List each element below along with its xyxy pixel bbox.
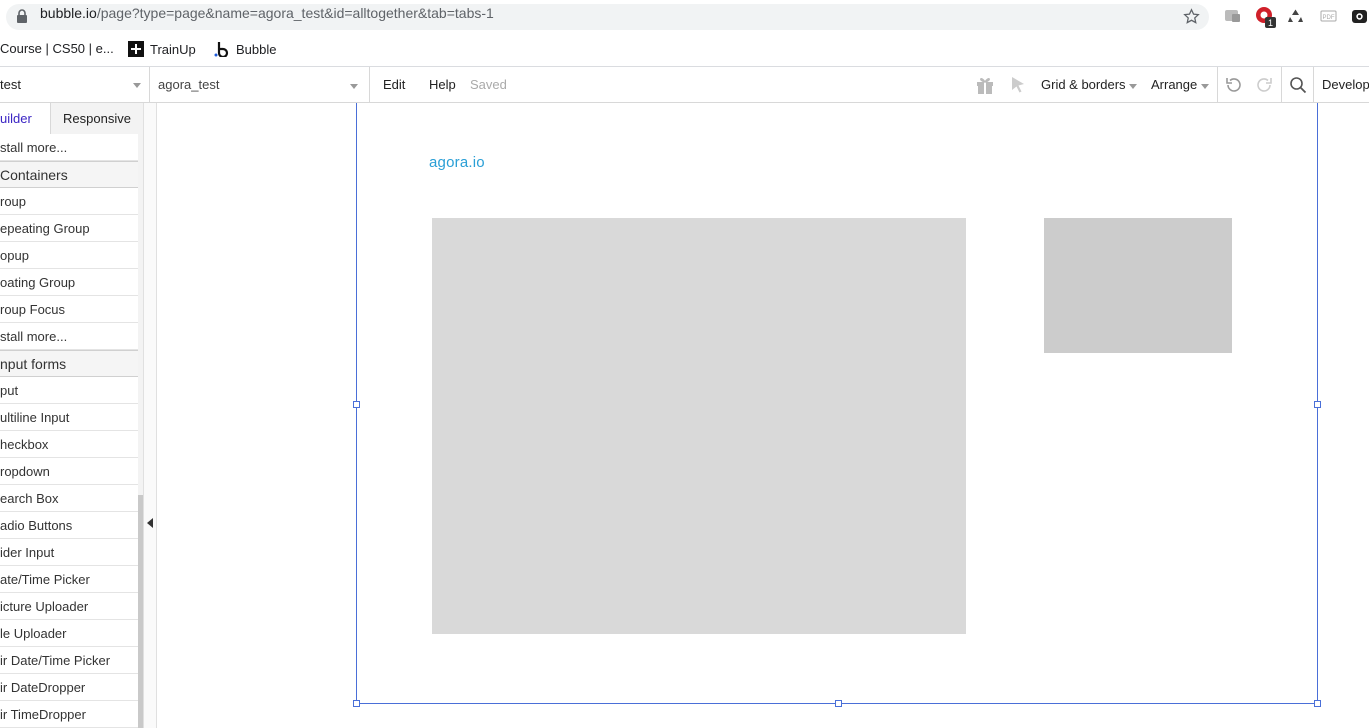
panel-collapse-strip[interactable] [143,103,157,728]
grid-borders-label: Grid & borders [1041,77,1126,92]
app-selector-value: test [0,77,21,92]
element-item[interactable]: ider Input [0,539,138,566]
chevron-down-icon [133,83,141,88]
inspect-pointer-icon[interactable] [1010,76,1026,93]
element-item[interactable]: stall more... [0,134,138,161]
element-item[interactable]: icture Uploader [0,593,138,620]
bookmark-label: Course | CS50 | e... [0,41,114,56]
chevron-down-icon [350,84,358,89]
bookmark-star-icon[interactable] [1183,8,1200,25]
arrange-menu[interactable]: Arrange [1151,67,1209,102]
resize-handle-bottom-left[interactable] [353,700,360,707]
bookmark-cs50[interactable]: Course | CS50 | e... [0,41,114,56]
video-container-small[interactable] [1044,218,1232,353]
panel-tabs: uilder Responsive [0,103,143,134]
tab-responsive[interactable]: Responsive [50,103,143,134]
element-item[interactable]: epeating Group [0,215,138,242]
tab-label: uilder [0,111,32,126]
elements-list: stall more... Containers roup epeating Grou… [0,134,138,728]
chevron-down-icon [1201,84,1209,89]
gift-icon[interactable] [975,75,995,95]
resize-handle-right[interactable] [1314,401,1321,408]
bookmark-trainup[interactable]: TrainUp [128,41,196,57]
element-item[interactable]: ropdown [0,458,138,485]
resize-handle-bottom[interactable] [835,700,842,707]
category-header[interactable]: Containers [0,161,138,188]
browser-address-bar: bubble.io/page?type=page&name=agora_test… [0,0,1369,34]
editor-toolbar: test agora_test Edit Help Saved Grid & b… [0,67,1369,103]
tab-ui-builder[interactable]: uilder [0,103,50,134]
bookmarks-bar: Course | CS50 | e... TrainUp Bubble [0,34,1369,67]
element-item[interactable]: put [0,377,138,404]
svg-text:PDF: PDF [1323,15,1335,21]
element-item[interactable]: heckbox [0,431,138,458]
element-item[interactable]: le Uploader [0,620,138,647]
element-item[interactable]: oating Group [0,269,138,296]
element-item[interactable]: ir Date/Time Picker [0,647,138,674]
tab-label: Responsive [63,111,131,126]
camera-extension-icon[interactable] [1351,8,1368,25]
plus-square-icon [128,41,144,57]
bookmark-label: TrainUp [150,41,196,57]
bubble-logo-icon [214,42,229,57]
element-item[interactable]: ate/Time Picker [0,566,138,593]
url-path: /page?type=page&name=agora_test&id=allto… [96,5,494,21]
url-text[interactable]: bubble.io/page?type=page&name=agora_test… [40,5,494,21]
undo-icon[interactable] [1224,76,1242,94]
saved-status: Saved [470,77,507,92]
pdf-icon[interactable]: PDF [1320,8,1337,25]
element-item[interactable]: stall more... [0,323,138,350]
extension-badge: 1 [1268,18,1273,28]
app-selector[interactable]: test [0,67,149,102]
extension-icon[interactable] [1224,8,1241,25]
element-item[interactable]: opup [0,242,138,269]
collapse-arrow-icon[interactable] [147,518,153,528]
divider [1313,67,1314,102]
help-menu[interactable]: Help [429,67,456,102]
elements-panel: uilder Responsive stall more... Container… [0,103,143,728]
search-icon[interactable] [1289,76,1307,94]
resize-handle-bottom-right[interactable] [1314,700,1321,707]
bookmark-bubble[interactable]: Bubble [214,41,276,57]
page-selector[interactable]: agora_test [158,67,368,102]
divider [369,67,370,102]
lock-icon [17,9,27,23]
bookmark-label: Bubble [236,41,277,57]
develop-button[interactable]: Develop [1322,67,1369,102]
page-selector-value: agora_test [158,77,220,92]
arrange-label: Arrange [1151,77,1198,92]
divider [149,67,150,102]
url-host: bubble.io [40,5,97,21]
element-item[interactable]: ir DateDropper [0,674,138,701]
chevron-down-icon [1129,84,1137,89]
element-item[interactable]: ir TimeDropper [0,701,138,728]
notification-extension-icon[interactable]: 1 [1255,6,1279,30]
element-item[interactable]: earch Box [0,485,138,512]
divider [1217,67,1218,102]
video-container-main[interactable] [432,218,966,634]
category-header[interactable]: nput forms [0,350,138,377]
grid-borders-menu[interactable]: Grid & borders [1041,67,1137,102]
divider [1281,67,1282,102]
element-item[interactable]: roup [0,188,138,215]
element-item[interactable]: adio Buttons [0,512,138,539]
element-item[interactable]: ultiline Input [0,404,138,431]
redo-icon[interactable] [1256,76,1274,94]
recycle-icon[interactable] [1287,8,1304,25]
resize-handle-left[interactable] [353,401,360,408]
edit-menu[interactable]: Edit [383,67,405,102]
element-item[interactable]: roup Focus [0,296,138,323]
agora-logo[interactable]: agora.io [429,154,485,171]
